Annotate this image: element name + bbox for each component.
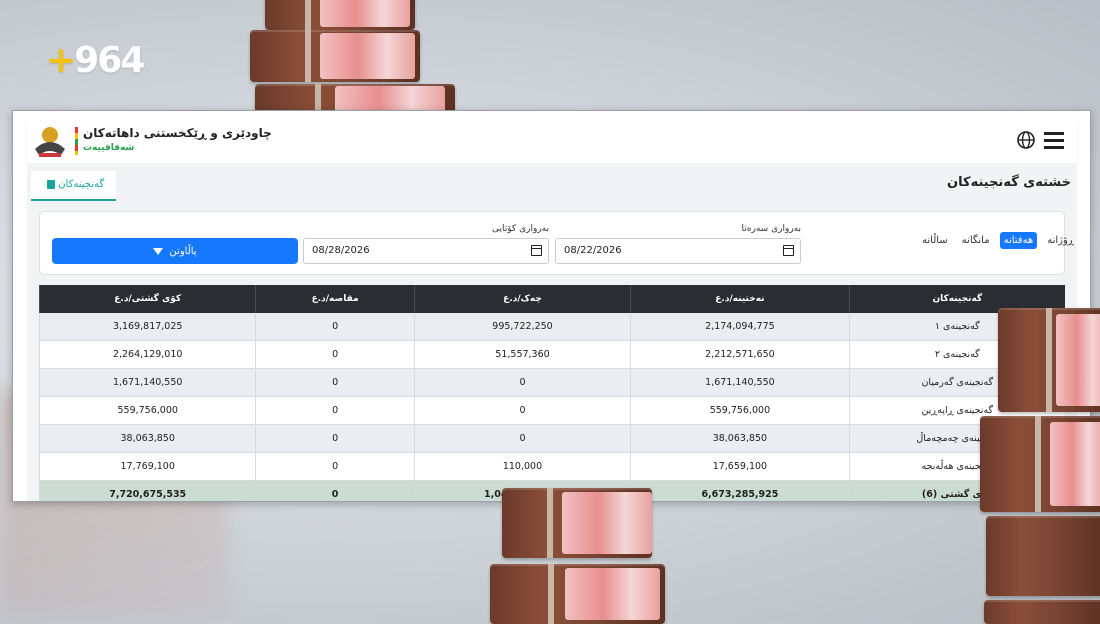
- period-daily[interactable]: ڕۆژانە: [1043, 232, 1078, 249]
- col-cheque: چەک/د.ع: [413, 285, 631, 313]
- filter-button[interactable]: پاڵاوتن: [52, 238, 298, 264]
- globe-icon[interactable]: [1017, 131, 1035, 149]
- filter-card: ڕۆژانە هەفتانە مانگانە ساڵانە بەرواری سە…: [39, 211, 1074, 275]
- end-date-group: بەرواری کۆتایی 08/28/2026: [303, 224, 549, 264]
- app-title: چاودێری و ڕێکخستنی داهاتەکان: [83, 126, 272, 140]
- treasury-icon: [47, 179, 55, 189]
- table-row: گەنجینەی ڕاپەڕین 559,756,000 0 0 559,756,000: [38, 396, 1065, 425]
- main-content: گەنجینەکان خشتەی گەنجینەکان ڕۆژانە هەفتا…: [27, 163, 1077, 501]
- hamburger-menu-icon[interactable]: [1044, 132, 1064, 149]
- end-date-input[interactable]: 08/28/2026: [303, 238, 549, 264]
- start-date-group: بەرواری سەرەتا 08/22/2026: [555, 224, 801, 264]
- top-navbar: چاودێری و ڕێکخستنی داهاتەکان شەفافییەت: [27, 119, 1077, 164]
- period-monthly[interactable]: مانگانە: [958, 232, 994, 249]
- money-stack-bottom: [490, 488, 670, 624]
- brand-logo: +964: [46, 40, 145, 81]
- start-date-label: بەرواری سەرەتا: [741, 224, 801, 234]
- app-window: چاودێری و ڕێکخستنی داهاتەکان شەفافییەت گ…: [12, 110, 1091, 502]
- tab-treasuries[interactable]: گەنجینەکان: [31, 171, 117, 201]
- calendar-icon[interactable]: [531, 245, 542, 256]
- app-emblem: [31, 123, 69, 159]
- money-stack-top: [250, 0, 460, 124]
- filter-icon: [153, 247, 164, 255]
- col-clearing: مقاصە/د.ع: [255, 285, 415, 313]
- app-subtitle: شەفافییەت: [83, 143, 135, 153]
- table-header-row: گەنجینەکان نەختینە/د.ع چەک/د.ع مقاصە/د.ع…: [38, 285, 1065, 313]
- table-row: گەنجینەی گەرمیان 1,671,140,550 0 0 1,671,140…: [38, 368, 1065, 397]
- col-total: کۆی گشتی/د.ع: [38, 285, 256, 313]
- table-row: گەنجینەی ٢ 2,212,571,650 51,557,360 0 2,264,…: [38, 340, 1065, 369]
- start-date-input[interactable]: 08/22/2026: [555, 238, 801, 264]
- period-selector: ڕۆژانە هەفتانە مانگانە ساڵانە: [918, 232, 1078, 249]
- period-weekly[interactable]: هەفتانە: [999, 232, 1038, 249]
- period-yearly[interactable]: ساڵانە: [918, 232, 952, 249]
- calendar-icon[interactable]: [783, 245, 794, 256]
- money-stack-right: [980, 308, 1100, 624]
- col-cash: نەختینە/د.ع: [630, 285, 850, 313]
- page-title: خشتەی گەنجینەکان: [947, 175, 1071, 190]
- table-row: گەنجینەی هەڵەبجە 17,659,100 110,000 0 17,769…: [38, 452, 1065, 481]
- table-row: گەنجینەی ١ 2,174,094,775 995,722,250 0 3,169…: [38, 313, 1065, 341]
- table-row: گەنجینەی چەمچەماڵ 38,063,850 0 0 38,063,850: [38, 424, 1065, 453]
- treasury-table: گەنجینەکان نەختینە/د.ع چەک/د.ع مقاصە/د.ع…: [38, 285, 1065, 501]
- end-date-label: بەرواری کۆتایی: [492, 224, 549, 234]
- title-divider: [75, 127, 78, 155]
